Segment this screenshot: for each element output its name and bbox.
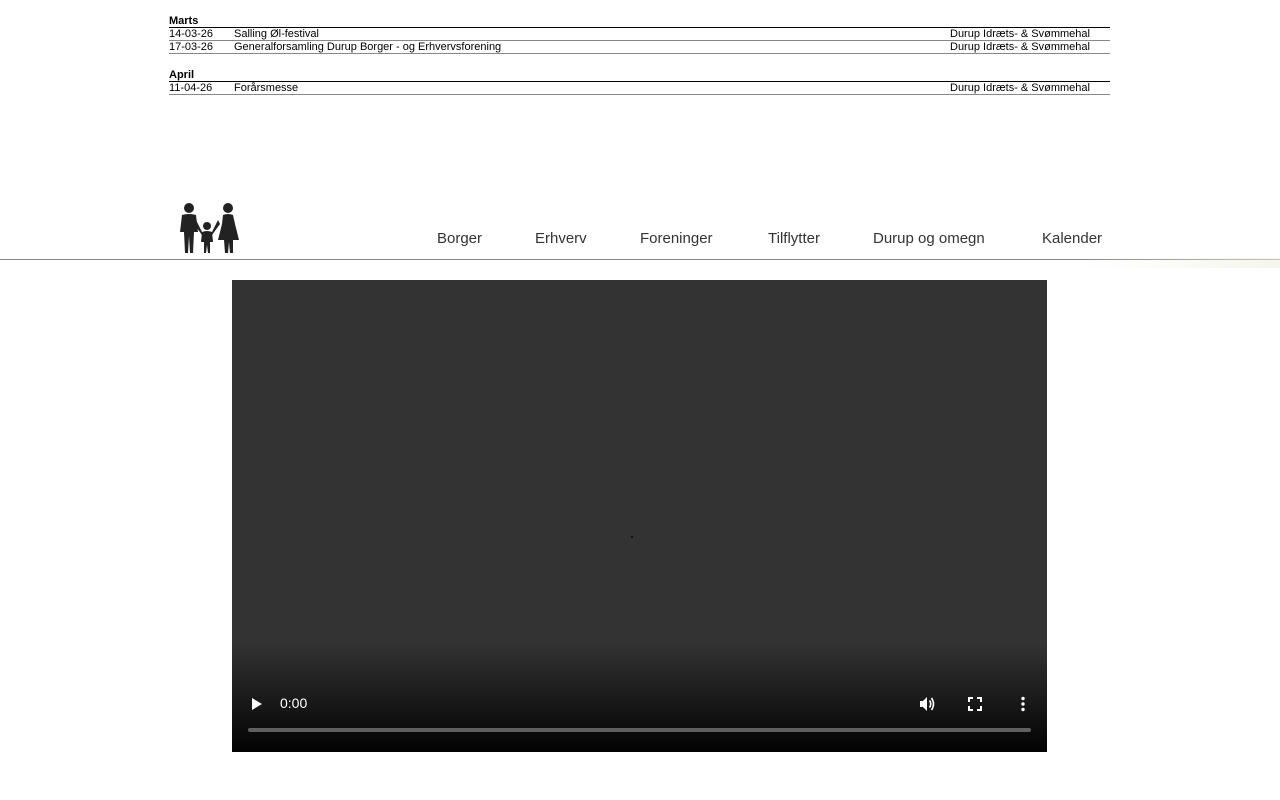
event-place: Durup Idræts- & Svømmehal [950,41,1090,53]
event-row[interactable]: 17-03-26 Generalforsamling Durup Borger … [169,41,1110,54]
event-name[interactable]: Salling Øl-festival [234,28,950,40]
month-block-marts: Marts 14-03-26 Salling Øl-festival Durup… [169,15,1110,54]
event-calendar: Marts 14-03-26 Salling Øl-festival Durup… [169,15,1110,110]
event-date: 14-03-26 [169,28,214,40]
nav-item-foreninger[interactable]: Foreninger [640,230,713,248]
event-row[interactable]: 14-03-26 Salling Øl-festival Durup Idræt… [169,28,1110,41]
play-icon[interactable] [248,694,266,714]
nav-item-kalender[interactable]: Kalender [1042,230,1102,248]
event-place: Durup Idræts- & Svømmehal [950,28,1090,40]
fullscreen-icon[interactable] [965,694,985,714]
event-date: 11-04-26 [169,82,213,94]
time-display: 0:00 [280,695,308,711]
volume-icon[interactable] [917,694,937,714]
event-row[interactable]: 11-04-26 Forårsmesse Durup Idræts- & Svø… [169,82,1110,95]
month-title: Marts [169,15,1110,28]
main-nav: Borger Erhverv Foreninger Tilflytter Dur… [0,230,1280,254]
progress-bar[interactable] [248,728,1031,732]
video-player[interactable]: 0:00 [232,280,1047,752]
event-date: 17-03-26 [169,41,214,53]
event-name[interactable]: Forårsmesse [234,82,950,94]
nav-item-tilflytter[interactable]: Tilflytter [768,230,820,248]
event-place: Durup Idræts- & Svømmehal [950,82,1090,94]
nav-item-durup-og-omegn[interactable]: Durup og omegn [873,230,985,248]
site-header: Borger Erhverv Foreninger Tilflytter Dur… [0,195,1280,260]
month-block-april: April 11-04-26 Forårsmesse Durup Idræts-… [169,69,1110,95]
month-title: April [169,69,1110,82]
header-glow [1080,258,1280,268]
event-name[interactable]: Generalforsamling Durup Borger - og Erhv… [234,41,950,53]
loading-indicator [631,536,633,538]
nav-item-erhverv[interactable]: Erhverv [535,230,587,248]
more-vert-icon[interactable] [1013,694,1033,714]
nav-item-borger[interactable]: Borger [437,230,482,248]
